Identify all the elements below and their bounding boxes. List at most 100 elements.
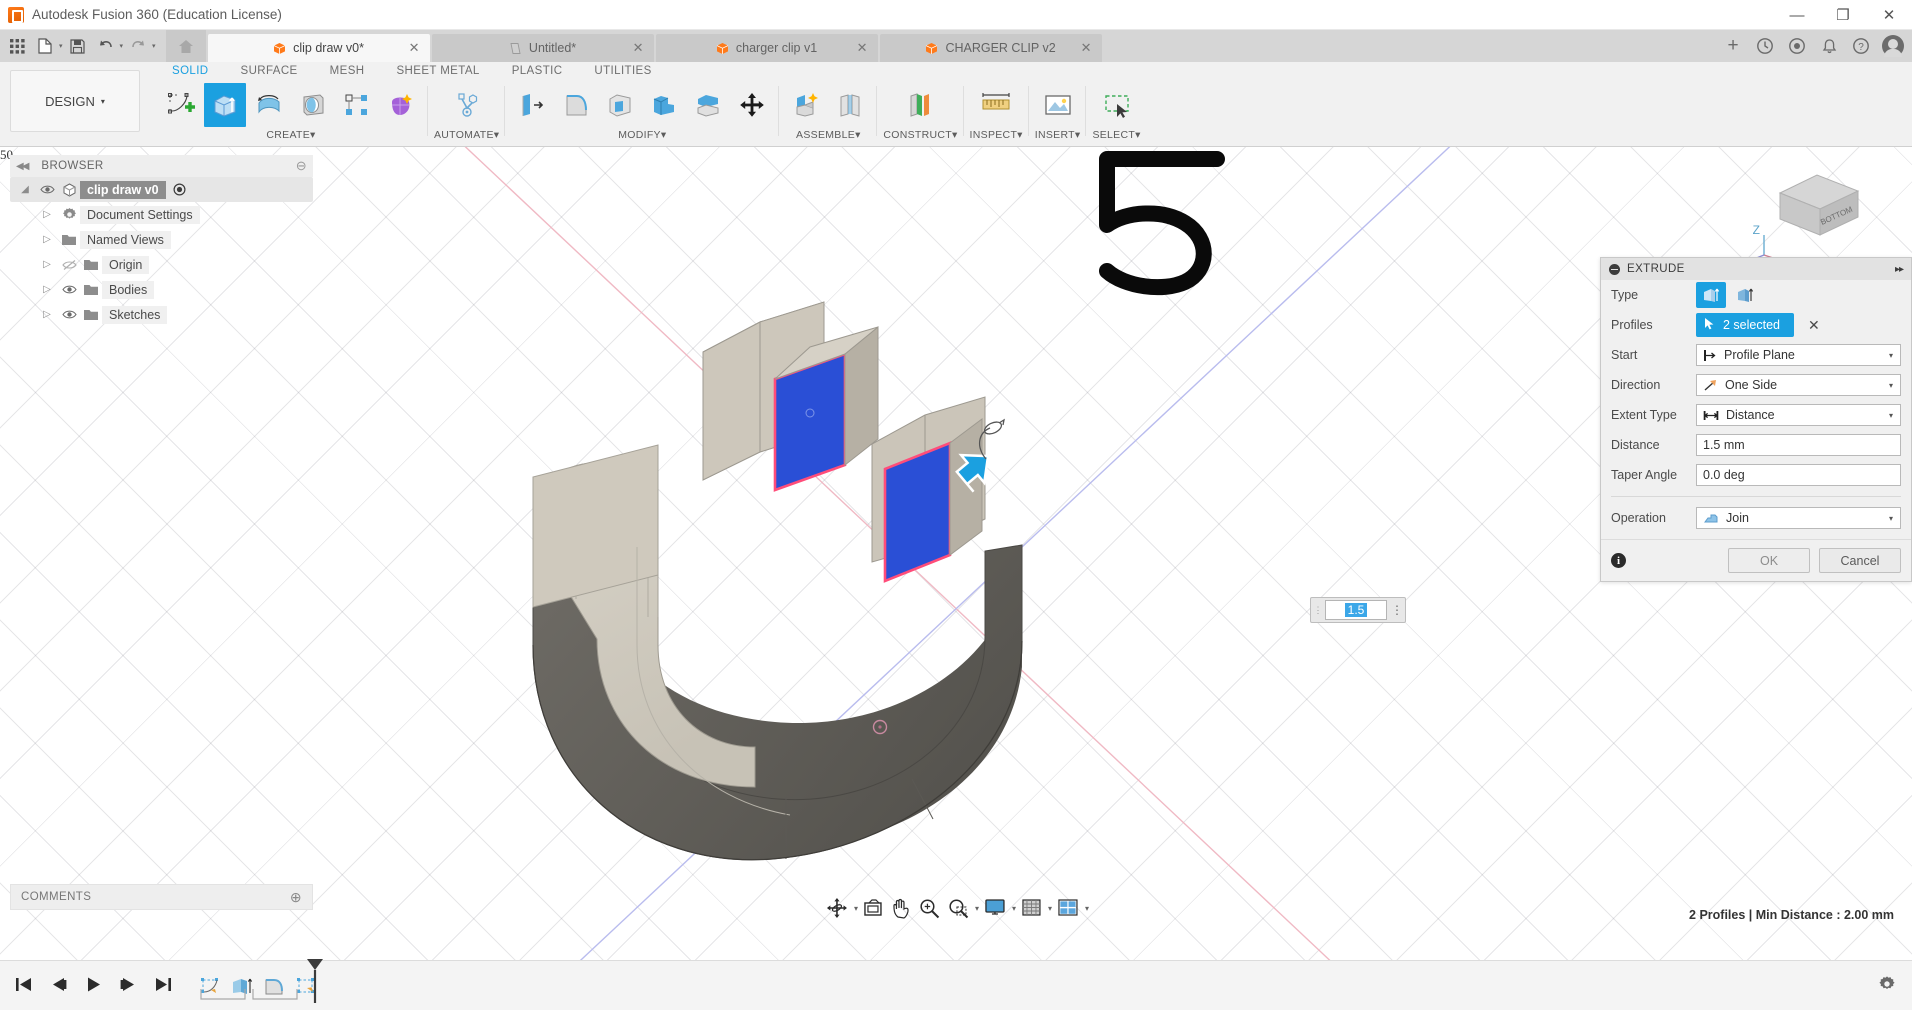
minimize-button[interactable]: — xyxy=(1774,0,1820,30)
document-tab-close-icon[interactable]: ✕ xyxy=(409,40,420,56)
chevron-down-icon[interactable]: ▾ xyxy=(1889,351,1893,360)
input-options-icon[interactable]: ⋮ xyxy=(1389,606,1405,614)
collapse-left-icon[interactable]: ◀◀ xyxy=(16,161,27,172)
look-at-icon[interactable] xyxy=(860,895,886,921)
document-tab-close-icon[interactable]: ✕ xyxy=(633,40,644,56)
extrude-taper-icon[interactable] xyxy=(1730,282,1760,308)
add-comment-icon[interactable]: ⊕ xyxy=(290,889,302,906)
play-icon[interactable] xyxy=(84,976,103,996)
form-icon[interactable] xyxy=(380,83,422,127)
document-tab-1[interactable]: Untitled* ✕ xyxy=(432,34,654,62)
eye-off-icon[interactable] xyxy=(58,259,80,271)
browser-item-clip-draw-v0[interactable]: ◢ clip draw v0 xyxy=(10,177,313,202)
direction-dropdown[interactable]: One Side ▾ xyxy=(1696,374,1901,396)
orbit-icon[interactable] xyxy=(823,895,851,921)
expand-arrow-icon[interactable]: ▷ xyxy=(36,234,58,245)
extent-type-dropdown[interactable]: Distance ▾ xyxy=(1696,404,1901,426)
browser-item-document-settings[interactable]: ▷ Document Settings xyxy=(10,202,313,227)
grid-snap-icon[interactable] xyxy=(1018,895,1045,921)
grid-snap-caret[interactable]: ▾ xyxy=(1048,904,1052,913)
extrude-distance-input-box[interactable]: ⋮ 1.5 ⋮ xyxy=(1310,597,1406,623)
eye-on-icon[interactable] xyxy=(58,284,80,295)
new-document-caret[interactable]: ▾ xyxy=(59,42,63,50)
expand-arrow-icon[interactable]: ▷ xyxy=(36,259,58,270)
expand-arrow-icon[interactable]: ▷ xyxy=(36,284,58,295)
document-tab-close-icon[interactable]: ✕ xyxy=(1081,40,1092,56)
display-settings-caret[interactable]: ▾ xyxy=(1012,904,1016,913)
zoom-icon[interactable] xyxy=(916,895,943,921)
3d-viewport[interactable]: 50 ⋮ 1.5 ⋮ BOTTOM Z ◀◀ BROWSER ⊖ ◢ xyxy=(0,147,1912,1010)
expand-arrow-icon[interactable]: ◢ xyxy=(14,184,36,195)
insert-image-icon[interactable] xyxy=(1037,83,1079,127)
browser-collapse-icon[interactable]: ⊖ xyxy=(296,158,307,174)
new-document-icon[interactable] xyxy=(32,33,58,59)
new-document-group[interactable]: ▾ xyxy=(32,33,63,59)
document-tab-0[interactable]: clip draw v0* ✕ xyxy=(208,34,430,62)
distance-value-field[interactable]: 1.5 xyxy=(1325,600,1387,620)
press-pull-icon[interactable] xyxy=(511,83,553,127)
taper-angle-input[interactable]: 0.0 deg xyxy=(1696,464,1901,486)
split-body-icon[interactable] xyxy=(687,83,729,127)
eye-on-icon[interactable] xyxy=(58,309,80,320)
taper-rotation-handle[interactable] xyxy=(968,417,1018,467)
profiles-clear-icon[interactable]: ✕ xyxy=(1808,317,1820,334)
step-back-icon[interactable] xyxy=(49,976,68,996)
fillet-icon[interactable] xyxy=(555,83,597,127)
document-tab-3[interactable]: CHARGER CLIP v2 ✕ xyxy=(880,34,1102,62)
browser-item-origin[interactable]: ▷ Origin xyxy=(10,252,313,277)
joint-icon[interactable] xyxy=(829,83,871,127)
ribbon-tab-solid[interactable]: SOLID xyxy=(156,62,225,82)
go-to-end-icon[interactable] xyxy=(154,976,173,996)
fit-icon[interactable] xyxy=(945,895,972,921)
save-icon[interactable] xyxy=(65,33,91,59)
move-copy-icon[interactable] xyxy=(731,83,773,127)
radio-selected-icon[interactable] xyxy=(170,183,190,196)
display-settings-icon[interactable] xyxy=(981,895,1009,921)
close-button[interactable]: ✕ xyxy=(1866,0,1912,30)
revolve-icon[interactable] xyxy=(248,83,290,127)
redo-caret[interactable]: ▾ xyxy=(152,42,156,50)
fit-caret[interactable]: ▾ xyxy=(975,904,979,913)
browser-item-bodies[interactable]: ▷ Bodies xyxy=(10,277,313,302)
create-sketch-icon[interactable] xyxy=(160,83,202,127)
comments-panel[interactable]: COMMENTS ⊕ xyxy=(10,884,313,910)
sweep-icon[interactable] xyxy=(292,83,334,127)
viewports-caret[interactable]: ▾ xyxy=(1085,904,1089,913)
select-window-icon[interactable] xyxy=(1096,83,1138,127)
workspace-selector[interactable]: DESIGN ▾ xyxy=(10,70,140,132)
shell-icon[interactable] xyxy=(599,83,641,127)
pan-icon[interactable] xyxy=(888,895,914,921)
eye-on-icon[interactable] xyxy=(36,184,58,195)
browser-item-sketches[interactable]: ▷ Sketches xyxy=(10,302,313,327)
expand-dialog-icon[interactable]: ▸▸ xyxy=(1895,264,1903,275)
chevron-down-icon[interactable]: ▾ xyxy=(1889,411,1893,420)
ok-button[interactable]: OK xyxy=(1728,548,1810,573)
jobs-status-icon[interactable] xyxy=(1754,35,1776,57)
chevron-down-icon[interactable]: ▾ xyxy=(1889,381,1893,390)
expand-arrow-icon[interactable]: ▷ xyxy=(36,209,58,220)
minus-circle-icon[interactable] xyxy=(1609,264,1620,275)
timeline-playhead-marker[interactable] xyxy=(305,955,325,1005)
start-dropdown[interactable]: Profile Plane ▾ xyxy=(1696,344,1901,366)
document-tab-2[interactable]: charger clip v1 ✕ xyxy=(656,34,878,62)
combine-icon[interactable] xyxy=(643,83,685,127)
ribbon-tab-utilities[interactable]: UTILITIES xyxy=(578,62,667,82)
step-forward-icon[interactable] xyxy=(119,976,138,996)
offset-plane-icon[interactable] xyxy=(899,83,941,127)
extensions-icon[interactable] xyxy=(1786,35,1808,57)
maximize-button[interactable]: ❐ xyxy=(1820,0,1866,30)
help-icon[interactable]: ? xyxy=(1850,35,1872,57)
app-grid-icon[interactable] xyxy=(4,33,30,59)
document-tab-close-icon[interactable]: ✕ xyxy=(857,40,868,56)
info-icon[interactable]: i xyxy=(1611,553,1626,568)
new-component-icon[interactable] xyxy=(785,83,827,127)
expand-arrow-icon[interactable]: ▷ xyxy=(36,309,58,320)
ribbon-tab-mesh[interactable]: MESH xyxy=(314,62,381,82)
ribbon-tab-plastic[interactable]: PLASTIC xyxy=(496,62,579,82)
extrude-icon[interactable] xyxy=(204,83,246,127)
chevron-down-icon[interactable]: ▾ xyxy=(1889,514,1893,523)
viewports-icon[interactable] xyxy=(1054,895,1082,921)
orbit-caret[interactable]: ▾ xyxy=(854,904,858,913)
go-to-beginning-icon[interactable] xyxy=(14,976,33,996)
pattern-icon[interactable] xyxy=(336,83,378,127)
